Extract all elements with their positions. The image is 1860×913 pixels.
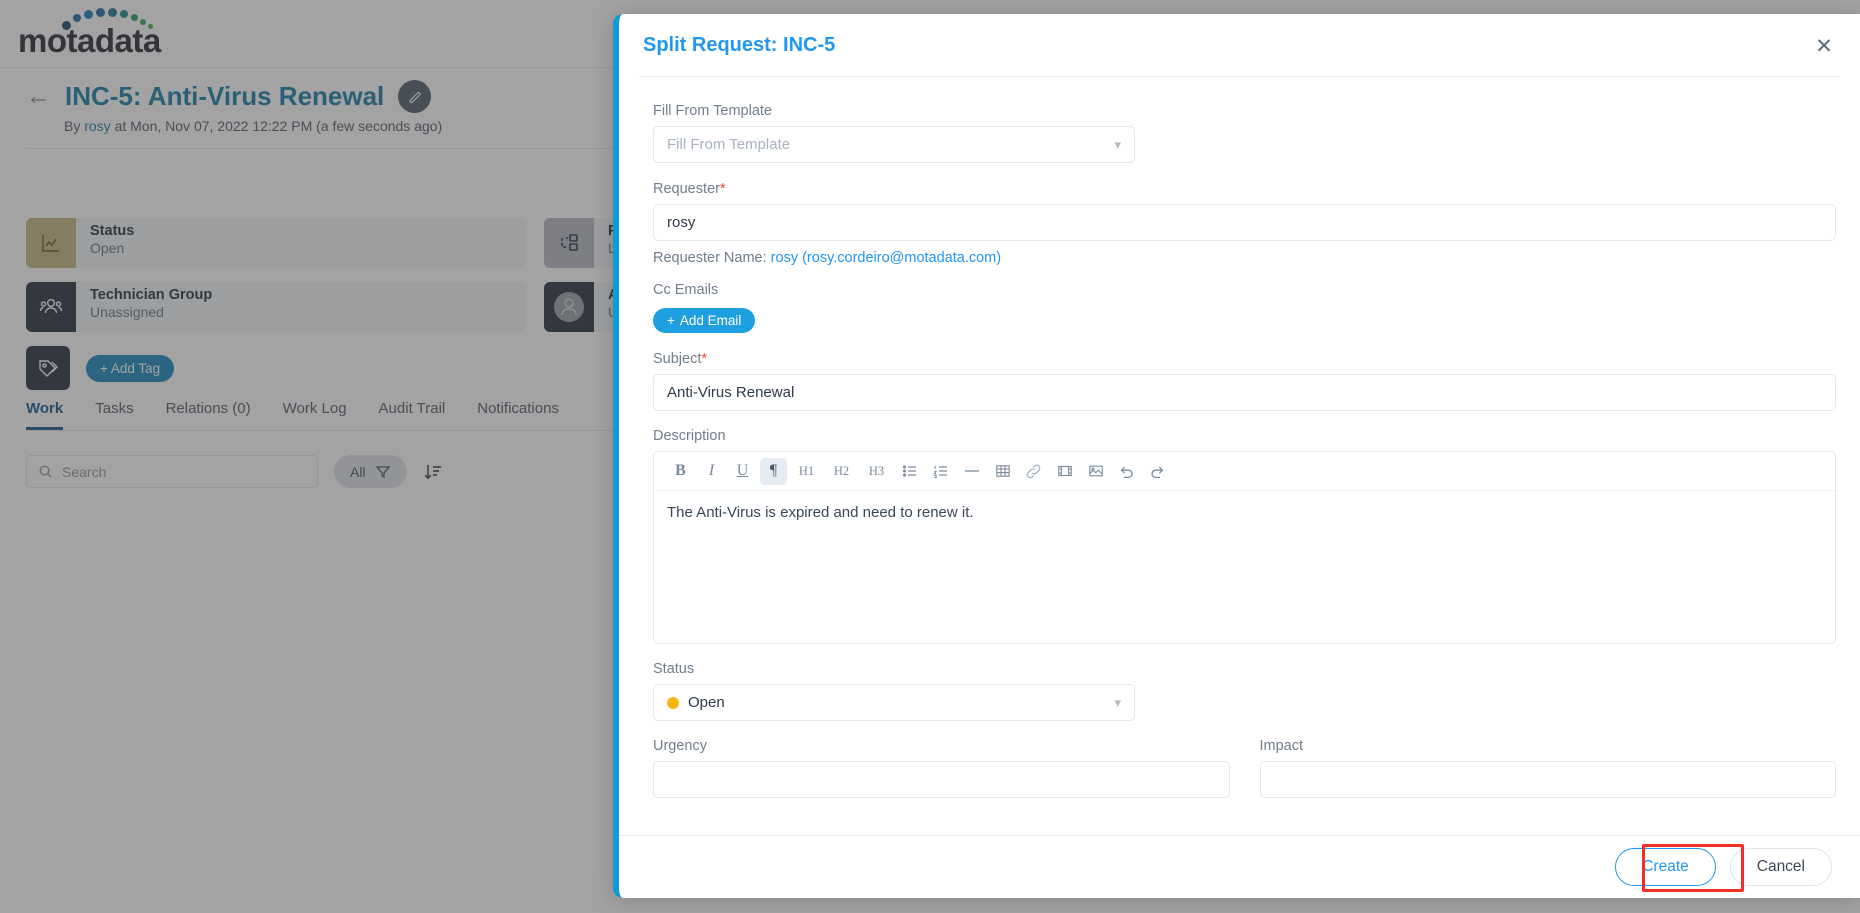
- field-fill-from-template: Fill From Template Fill From Template ▾: [653, 103, 1836, 163]
- subject-label-text: Subject: [653, 351, 702, 367]
- field-requester: Requester* rosy: [653, 180, 1836, 241]
- modal-body: Fill From Template Fill From Template ▾ …: [619, 77, 1860, 835]
- modal-footer: Create Cancel: [619, 835, 1860, 898]
- requester-label: Requester*: [653, 180, 1836, 197]
- chevron-down-icon: ▾: [1114, 694, 1121, 710]
- subject-input[interactable]: Anti-Virus Renewal: [653, 374, 1836, 411]
- redo-icon[interactable]: [1144, 458, 1171, 485]
- bullet-list-icon[interactable]: [896, 458, 923, 485]
- subject-value: Anti-Virus Renewal: [667, 384, 795, 401]
- field-urgency: Urgency: [653, 738, 1230, 798]
- field-description: Description B I U ¶ H1 H2 H3 The Anti-Vi…: [653, 428, 1836, 644]
- chevron-down-icon: ▾: [1114, 136, 1121, 152]
- impact-select[interactable]: [1259, 761, 1836, 798]
- image-icon[interactable]: [1082, 458, 1109, 485]
- plus-icon: +: [667, 313, 675, 328]
- heading-1-icon[interactable]: H1: [791, 458, 822, 485]
- heading-2-icon[interactable]: H2: [826, 458, 857, 485]
- modal-title: Split Request: INC-5: [643, 34, 836, 56]
- subject-label: Subject*: [653, 350, 1836, 367]
- status-select[interactable]: Open ▾: [653, 684, 1135, 721]
- add-email-button[interactable]: + Add Email: [653, 308, 756, 333]
- template-label: Fill From Template: [653, 103, 772, 119]
- impact-label: Impact: [1259, 738, 1304, 754]
- paragraph-icon[interactable]: ¶: [760, 457, 787, 485]
- cc-emails-label: Cc Emails: [653, 282, 719, 298]
- requester-name-link[interactable]: rosy (rosy.cordeiro@motadata.com): [771, 250, 1001, 266]
- numbered-list-icon[interactable]: [927, 458, 954, 485]
- required-asterisk: *: [719, 180, 726, 197]
- bold-icon[interactable]: B: [667, 458, 694, 485]
- requester-name-label: Requester Name:: [653, 250, 767, 266]
- requester-value: rosy: [667, 214, 696, 231]
- description-label: Description: [653, 428, 726, 444]
- urgency-label: Urgency: [653, 738, 707, 754]
- urgency-impact-row: Urgency Impact: [653, 738, 1836, 798]
- add-email-label: Add Email: [679, 313, 742, 328]
- editor-toolbar: B I U ¶ H1 H2 H3: [654, 452, 1835, 491]
- create-button[interactable]: Create: [1615, 848, 1716, 886]
- status-color-dot: [667, 696, 679, 709]
- requester-input[interactable]: rosy: [653, 204, 1836, 241]
- cancel-button[interactable]: Cancel: [1729, 848, 1832, 886]
- field-subject: Subject* Anti-Virus Renewal: [653, 350, 1836, 411]
- link-icon[interactable]: [1020, 458, 1047, 485]
- modal-header: Split Request: INC-5 ✕: [619, 14, 1860, 76]
- heading-3-icon[interactable]: H3: [861, 458, 892, 485]
- description-text[interactable]: The Anti-Virus is expired and need to re…: [654, 491, 1835, 643]
- field-impact: Impact: [1259, 738, 1836, 798]
- table-icon[interactable]: [989, 458, 1016, 485]
- underline-icon[interactable]: U: [729, 458, 756, 485]
- template-placeholder: Fill From Template: [667, 136, 791, 153]
- template-select[interactable]: Fill From Template ▾: [653, 126, 1135, 163]
- urgency-select[interactable]: [653, 761, 1230, 798]
- field-status: Status Open ▾: [653, 661, 1836, 721]
- requester-name-helper: Requester Name: rosy (rosy.cordeiro@mota…: [653, 250, 1836, 266]
- close-icon[interactable]: ✕: [1812, 34, 1836, 58]
- italic-icon[interactable]: I: [698, 458, 725, 485]
- requester-label-text: Requester: [653, 181, 720, 197]
- split-request-modal: Split Request: INC-5 ✕ Fill From Templat…: [613, 14, 1860, 898]
- horizontal-rule-icon[interactable]: [958, 458, 985, 485]
- status-value: Open: [688, 694, 725, 711]
- field-cc-emails: Cc Emails + Add Email: [653, 282, 1836, 333]
- status-label: Status: [653, 661, 695, 677]
- description-editor: B I U ¶ H1 H2 H3 The Anti-Virus is expir…: [653, 451, 1836, 644]
- required-asterisk: *: [701, 350, 708, 367]
- undo-icon[interactable]: [1113, 458, 1140, 485]
- video-icon[interactable]: [1051, 458, 1078, 485]
